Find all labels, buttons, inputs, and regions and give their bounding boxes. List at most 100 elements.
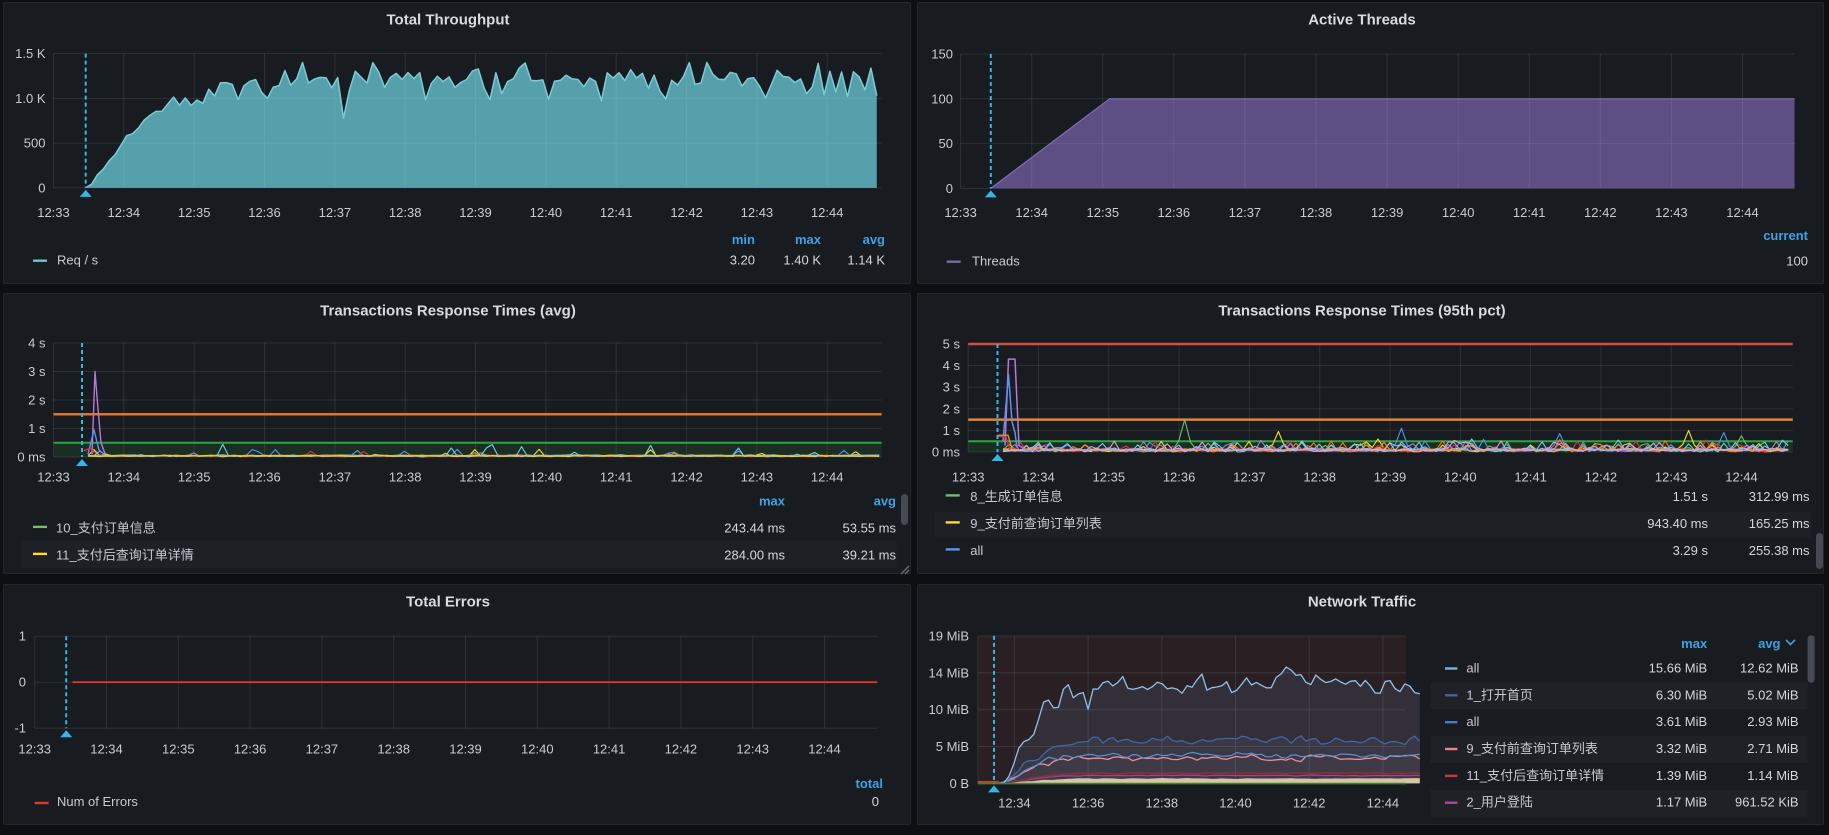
svg-text:5.02 MiB: 5.02 MiB: [1747, 687, 1798, 702]
svg-text:1.14 K: 1.14 K: [847, 253, 885, 268]
svg-text:12:40: 12:40: [1442, 205, 1475, 220]
svg-text:255.38 ms: 255.38 ms: [1749, 543, 1810, 558]
svg-text:12:38: 12:38: [389, 205, 422, 220]
svg-text:12:43: 12:43: [741, 470, 774, 485]
svg-text:12:41: 12:41: [1513, 205, 1546, 220]
svg-text:12:36: 12:36: [248, 470, 281, 485]
svg-text:all: all: [970, 543, 983, 558]
svg-text:total: total: [856, 776, 883, 791]
svg-text:12:39: 12:39: [1371, 205, 1404, 220]
svg-text:12:41: 12:41: [600, 205, 633, 220]
svg-text:39.21 ms: 39.21 ms: [843, 548, 897, 563]
svg-text:12:41: 12:41: [1514, 470, 1547, 485]
svg-text:-1: -1: [14, 721, 26, 736]
svg-text:12:43: 12:43: [741, 205, 774, 220]
svg-text:Transactions Response Times (a: Transactions Response Times (avg): [320, 303, 576, 320]
svg-text:0: 0: [872, 794, 879, 809]
svg-text:1.17 MiB: 1.17 MiB: [1656, 795, 1707, 810]
svg-text:12:39: 12:39: [459, 205, 492, 220]
svg-text:10 MiB: 10 MiB: [929, 702, 969, 717]
svg-text:max: max: [795, 232, 822, 247]
svg-text:12:44: 12:44: [1726, 205, 1759, 220]
svg-text:12:38: 12:38: [1300, 205, 1333, 220]
svg-text:3.20: 3.20: [730, 253, 755, 268]
svg-text:1.39 MiB: 1.39 MiB: [1656, 768, 1707, 783]
svg-text:12:34: 12:34: [998, 796, 1031, 811]
svg-text:12:44: 12:44: [808, 742, 841, 757]
svg-text:1.51 s: 1.51 s: [1673, 489, 1709, 504]
svg-text:2.93 MiB: 2.93 MiB: [1747, 714, 1798, 729]
svg-text:12:40: 12:40: [1219, 796, 1252, 811]
svg-text:avg: avg: [863, 232, 885, 247]
svg-text:12:37: 12:37: [306, 742, 339, 757]
svg-text:12:39: 12:39: [449, 742, 482, 757]
svg-text:Threads: Threads: [972, 254, 1020, 269]
svg-text:3.32 MiB: 3.32 MiB: [1656, 741, 1707, 756]
svg-text:19 MiB: 19 MiB: [929, 628, 969, 643]
svg-text:12:44: 12:44: [1367, 796, 1400, 811]
svg-text:Total Errors: Total Errors: [406, 594, 490, 611]
svg-text:12:44: 12:44: [1725, 470, 1758, 485]
svg-text:3.29 s: 3.29 s: [1673, 543, 1709, 558]
svg-text:1.5 K: 1.5 K: [15, 46, 46, 61]
svg-text:current: current: [1763, 228, 1808, 243]
svg-text:12:37: 12:37: [1233, 470, 1266, 485]
svg-text:12:42: 12:42: [1293, 796, 1326, 811]
svg-text:4 s: 4 s: [28, 336, 46, 351]
svg-text:12:36: 12:36: [1072, 796, 1105, 811]
svg-text:9_支付前查询订单列表: 9_支付前查询订单列表: [970, 516, 1101, 531]
svg-text:12:37: 12:37: [1229, 205, 1262, 220]
svg-text:12:38: 12:38: [1146, 796, 1179, 811]
svg-text:150: 150: [931, 47, 953, 62]
svg-text:2 s: 2 s: [943, 401, 961, 416]
svg-text:12:44: 12:44: [811, 470, 844, 485]
svg-text:0: 0: [946, 181, 953, 196]
svg-text:500: 500: [24, 136, 46, 151]
svg-text:min: min: [732, 232, 755, 247]
svg-text:943.40 ms: 943.40 ms: [1647, 516, 1708, 531]
svg-text:53.55 ms: 53.55 ms: [843, 521, 897, 536]
svg-text:12:42: 12:42: [1584, 205, 1617, 220]
svg-text:5 MiB: 5 MiB: [936, 739, 969, 754]
svg-text:12:33: 12:33: [944, 205, 977, 220]
svg-text:11_支付后查询订单详情: 11_支付后查询订单详情: [1466, 768, 1604, 783]
svg-text:2 s: 2 s: [28, 393, 46, 408]
svg-text:12:35: 12:35: [178, 205, 211, 220]
svg-text:4 s: 4 s: [943, 358, 961, 373]
svg-text:284.00 ms: 284.00 ms: [724, 548, 785, 563]
svg-text:1 s: 1 s: [28, 421, 46, 436]
svg-text:12:41: 12:41: [600, 470, 633, 485]
svg-text:961.52 KiB: 961.52 KiB: [1735, 795, 1799, 810]
svg-text:12:34: 12:34: [1022, 470, 1055, 485]
svg-text:12:33: 12:33: [952, 470, 985, 485]
svg-text:0: 0: [19, 675, 26, 690]
svg-text:12:35: 12:35: [178, 470, 211, 485]
svg-text:12:33: 12:33: [18, 742, 51, 757]
svg-text:avg: avg: [874, 494, 896, 509]
svg-text:Network Traffic: Network Traffic: [1308, 594, 1416, 611]
svg-text:12:35: 12:35: [1087, 205, 1120, 220]
svg-text:12:37: 12:37: [319, 205, 352, 220]
svg-text:12:38: 12:38: [377, 742, 410, 757]
svg-text:12:41: 12:41: [593, 742, 626, 757]
svg-text:12:40: 12:40: [1444, 470, 1477, 485]
svg-text:11_支付后查询订单详情: 11_支付后查询订单详情: [56, 548, 194, 563]
svg-text:3 s: 3 s: [943, 380, 961, 395]
svg-text:Num of Errors: Num of Errors: [57, 794, 138, 809]
svg-text:Req / s: Req / s: [57, 253, 99, 268]
svg-text:12:40: 12:40: [521, 742, 554, 757]
svg-text:12:36: 12:36: [1163, 470, 1196, 485]
svg-text:all: all: [1466, 714, 1479, 729]
svg-text:12:42: 12:42: [670, 470, 703, 485]
svg-text:165.25 ms: 165.25 ms: [1749, 516, 1810, 531]
svg-text:1 s: 1 s: [943, 423, 961, 438]
svg-text:8_生成订单信息: 8_生成订单信息: [970, 489, 1062, 504]
svg-text:12:43: 12:43: [1655, 205, 1688, 220]
svg-text:all: all: [1466, 661, 1479, 676]
svg-text:12:37: 12:37: [319, 470, 352, 485]
svg-text:3.61 MiB: 3.61 MiB: [1656, 714, 1707, 729]
svg-text:12:42: 12:42: [670, 205, 703, 220]
svg-text:15.66 MiB: 15.66 MiB: [1649, 661, 1708, 676]
svg-text:1.0 K: 1.0 K: [15, 91, 46, 106]
svg-text:12:36: 12:36: [234, 742, 267, 757]
